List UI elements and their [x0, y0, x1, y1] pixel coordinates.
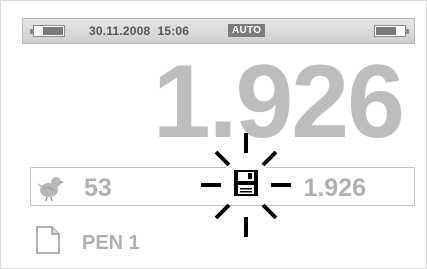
- datetime: 30.11.2008 15:06: [89, 24, 190, 38]
- status-bar: 30.11.2008 15:06 AUTO: [22, 18, 415, 44]
- info-weight-value: 1.926: [303, 174, 366, 202]
- save-indicator: [201, 133, 291, 237]
- bird-icon: [37, 173, 65, 201]
- battery-right-icon: [374, 25, 409, 37]
- device-screen: 30.11.2008 15:06 AUTO 1.926 53 1.926 PEN…: [0, 0, 427, 269]
- battery-left-icon: [30, 25, 65, 37]
- bird-count: 53: [84, 174, 112, 202]
- document-icon: [36, 226, 60, 254]
- pen-label: PEN 1: [82, 232, 140, 254]
- floppy-disk-icon: [234, 170, 258, 196]
- mode-badge: AUTO: [228, 24, 266, 37]
